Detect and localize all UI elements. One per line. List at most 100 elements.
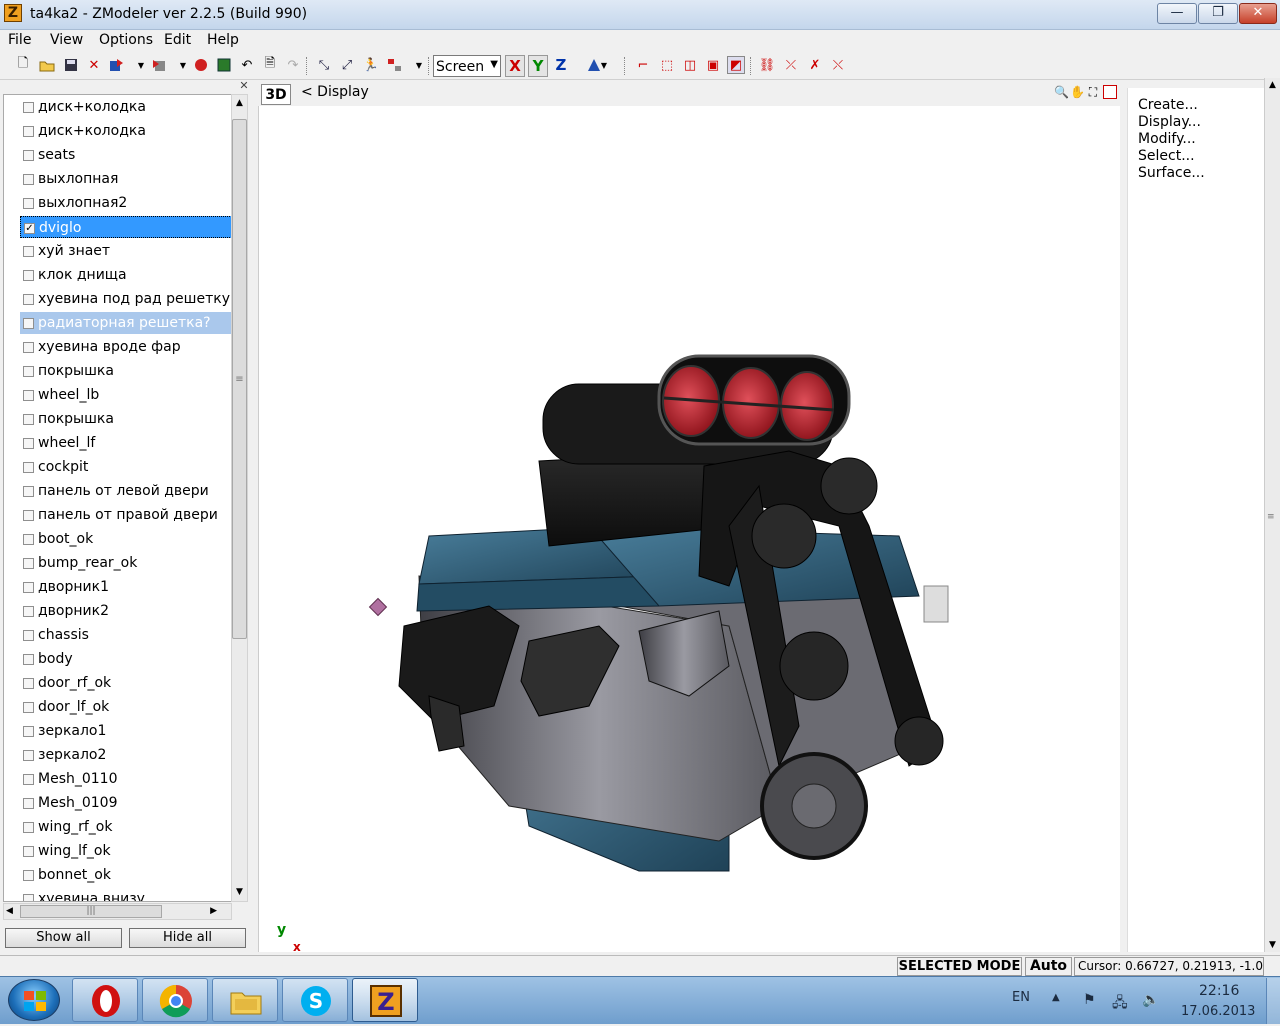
visibility-checkbox[interactable]: [23, 390, 34, 401]
object-row[interactable]: boot_ok: [20, 528, 231, 550]
object-list[interactable]: диск+колодка диск+колодка seats выхлопная вы…: [3, 94, 232, 902]
link-icon[interactable]: ⛓: [758, 56, 776, 74]
axis-pivot-icon[interactable]: ⤬: [829, 56, 847, 74]
select-icon[interactable]: ⤡: [315, 56, 333, 74]
menu-edit[interactable]: Edit: [164, 32, 191, 48]
object-row[interactable]: зеркало2: [20, 744, 231, 766]
zoom-icon[interactable]: 🔍: [1054, 85, 1069, 99]
object-row[interactable]: клок днища: [20, 264, 231, 286]
visibility-checkbox[interactable]: [23, 702, 34, 713]
object-row[interactable]: панель от левой двери: [20, 480, 231, 502]
cube-select-icon[interactable]: ◩: [727, 56, 745, 74]
object-row[interactable]: Mesh_0109: [20, 792, 231, 814]
visibility-checkbox[interactable]: [23, 510, 34, 521]
visibility-checkbox[interactable]: [23, 318, 34, 329]
command-item[interactable]: Select...: [1138, 148, 1195, 164]
visibility-checkbox[interactable]: [23, 342, 34, 353]
object-row[interactable]: диск+колодка: [20, 96, 231, 118]
visibility-checkbox[interactable]: [23, 798, 34, 809]
command-item[interactable]: Create...: [1138, 97, 1198, 113]
select-region-icon[interactable]: ⤢: [338, 56, 356, 74]
scrollbar-grip-icon[interactable]: ≡: [1267, 512, 1275, 522]
object-row[interactable]: cockpit: [20, 456, 231, 478]
texture-icon[interactable]: [215, 56, 233, 74]
taskbar-skype[interactable]: S: [282, 978, 348, 1022]
language-indicator[interactable]: EN: [1012, 990, 1030, 1005]
close-icon[interactable]: ✕: [238, 80, 250, 92]
show-all-button[interactable]: Show all: [5, 928, 122, 948]
clock-date[interactable]: 17.06.2013: [1181, 1004, 1255, 1019]
pan-hand-icon[interactable]: ✋: [1070, 85, 1085, 99]
object-row[interactable]: дворник1: [20, 576, 231, 598]
scroll-up-icon[interactable]: ▲: [1265, 80, 1280, 90]
object-select-icon[interactable]: ◫: [681, 56, 699, 74]
taskbar-opera[interactable]: [72, 978, 138, 1022]
object-row[interactable]: ✓ dviglo: [20, 216, 231, 238]
taskbar-chrome[interactable]: [142, 978, 208, 1022]
import-icon[interactable]: [150, 56, 168, 74]
visibility-checkbox[interactable]: [23, 606, 34, 617]
app-icon[interactable]: Z: [4, 4, 22, 22]
command-item[interactable]: Surface...: [1138, 165, 1205, 181]
object-list-hscrollbar[interactable]: ◀ ||| ▶: [3, 903, 232, 920]
delete-icon[interactable]: ✕: [85, 56, 103, 74]
visibility-checkbox[interactable]: [23, 726, 34, 737]
visibility-checkbox[interactable]: [23, 414, 34, 425]
menu-help[interactable]: Help: [207, 32, 239, 48]
maximize-button[interactable]: ❐: [1198, 3, 1238, 24]
redo-icon[interactable]: ↷: [284, 56, 302, 74]
visibility-checkbox[interactable]: [23, 870, 34, 881]
scrollbar-thumb[interactable]: ≡: [232, 119, 247, 639]
axis-local-icon[interactable]: ⤫: [782, 56, 800, 74]
object-row[interactable]: хуй знает: [20, 240, 231, 262]
visibility-checkbox[interactable]: [23, 678, 34, 689]
object-row[interactable]: wing_rf_ok: [20, 816, 231, 838]
volume-icon[interactable]: 🔈: [1142, 992, 1159, 1008]
dropdown-arrow-icon[interactable]: ▼: [132, 56, 150, 74]
object-row[interactable]: покрышка: [20, 408, 231, 430]
hscrollbar-thumb[interactable]: |||: [20, 905, 162, 918]
visibility-checkbox[interactable]: [23, 486, 34, 497]
object-row[interactable]: door_rf_ok: [20, 672, 231, 694]
visibility-checkbox[interactable]: [23, 558, 34, 569]
show-desktop-button[interactable]: [1266, 978, 1280, 1024]
fit-view-icon[interactable]: ⛶: [1086, 85, 1100, 99]
menu-file[interactable]: File: [8, 32, 31, 48]
3d-viewport[interactable]: [258, 106, 1120, 952]
vertex-mode-icon[interactable]: [585, 56, 603, 74]
visibility-checkbox[interactable]: [23, 822, 34, 833]
visibility-checkbox[interactable]: [23, 174, 34, 185]
object-row[interactable]: wheel_lf: [20, 432, 231, 454]
object-row[interactable]: хуевина под рад решетку: [20, 288, 231, 310]
dropdown-arrow-icon[interactable]: ▼: [410, 56, 428, 74]
move-icon[interactable]: 🏃: [362, 56, 380, 74]
hide-all-button[interactable]: Hide all: [129, 928, 246, 948]
menu-options[interactable]: Options: [99, 32, 153, 48]
visibility-checkbox[interactable]: [23, 270, 34, 281]
object-row[interactable]: bonnet_ok: [20, 864, 231, 886]
visibility-checkbox[interactable]: [23, 438, 34, 449]
object-row[interactable]: wheel_lb: [20, 384, 231, 406]
title-bar[interactable]: Z ta4ka2 - ZModeler ver 2.2.5 (Build 990…: [0, 0, 1280, 30]
object-row[interactable]: Mesh_0110: [20, 768, 231, 790]
open-file-icon[interactable]: [38, 56, 56, 74]
object-row[interactable]: bump_rear_ok: [20, 552, 231, 574]
object-row[interactable]: seats: [20, 144, 231, 166]
scroll-down-icon[interactable]: ▼: [1265, 940, 1280, 950]
visibility-checkbox[interactable]: [23, 102, 34, 113]
show-hidden-icons-icon[interactable]: ▲: [1052, 992, 1060, 1003]
axis-world-icon[interactable]: ✗: [806, 56, 824, 74]
start-button[interactable]: [8, 979, 60, 1021]
visibility-checkbox[interactable]: [23, 894, 34, 901]
object-row[interactable]: chassis: [20, 624, 231, 646]
visibility-checkbox[interactable]: [23, 126, 34, 137]
axis-y-toggle[interactable]: Y: [528, 55, 548, 77]
menu-view[interactable]: View: [50, 32, 83, 48]
object-row[interactable]: зеркало1: [20, 720, 231, 742]
object-row[interactable]: радиаторная решетка?: [20, 312, 231, 334]
object-row[interactable]: панель от правой двери: [20, 504, 231, 526]
view-mode-button[interactable]: 3D: [261, 84, 291, 105]
export-icon[interactable]: [108, 56, 126, 74]
visibility-checkbox[interactable]: [23, 294, 34, 305]
vertex-select-icon[interactable]: ⌐: [634, 56, 652, 74]
